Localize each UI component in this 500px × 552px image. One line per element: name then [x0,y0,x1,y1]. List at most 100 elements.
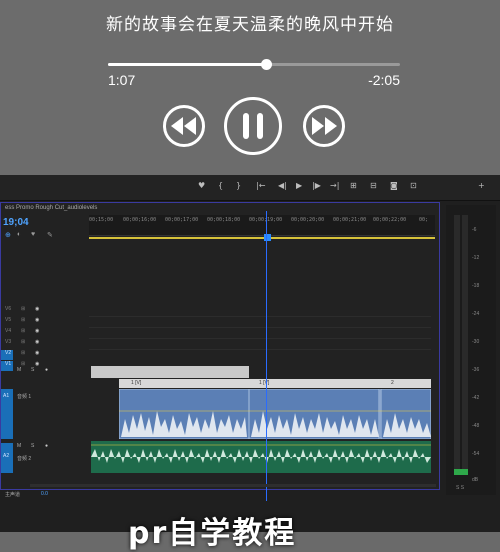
solo-button[interactable]: S [31,367,34,373]
ruler-tick: 00;00;22;00 [373,217,407,223]
video-lane[interactable] [89,328,431,339]
meter-bar-right [462,215,468,475]
toggle-sync-icon[interactable]: ⊞ [21,317,25,323]
track-label: V4 [5,328,12,334]
progress-knob[interactable] [260,59,272,70]
meter-tick: -36 [472,367,480,373]
clip-label: 2 [391,380,394,386]
linked-icon[interactable]: ◐ [17,231,21,238]
eye-icon[interactable]: ◉ [35,350,39,356]
meter-solo-labels[interactable]: S S [456,485,464,491]
track-header-v6: V6 ⊞ ◉ [1,306,89,316]
track-header-v3: V3 ⊞ ◉ [1,339,89,349]
fast-forward-button[interactable] [303,105,345,147]
video-lane[interactable] [89,317,431,328]
mute-button[interactable]: M [17,443,21,449]
meter-tick: -18 [472,283,480,289]
rewind-button[interactable] [163,105,205,147]
track-header-v2: V2 ⊞ ◉ [1,350,89,360]
microphone-icon[interactable]: ● [45,367,48,373]
mark-in-icon[interactable]: { [218,181,223,190]
meter-bar-left [454,215,460,475]
time-ruler[interactable]: 00;15;00 00;00;16;00 00;00;17;00 00;00;1… [89,215,435,236]
insert-icon[interactable]: ⊞ [350,181,357,190]
meter-level [454,469,468,475]
track-label: V6 [5,306,12,312]
meter-tick: -30 [472,339,480,345]
step-forward-icon[interactable]: |▶ [312,181,321,190]
timecode[interactable]: 19;04 [3,217,29,228]
mark-out-icon[interactable]: } [236,181,241,190]
fast-forward-icon [312,117,337,135]
pause-icon [243,113,263,139]
horizontal-scrollbar[interactable] [30,484,436,487]
waveform-a1 [119,389,431,439]
toggle-sync-icon[interactable]: ⊞ [21,350,25,356]
track-label: V5 [5,317,12,323]
pause-button[interactable] [224,97,282,155]
solo-button[interactable]: S [31,443,34,449]
go-to-in-icon[interactable]: |← [256,181,265,190]
track-label: V1 [5,361,12,367]
clip-label: 1 [V] [259,380,270,386]
program-toolbar: ♥ { } |← ◀| ▶ |▶ →| ⊞ ⊟ ◙ ⊡ + [0,175,500,201]
video-lane[interactable] [89,339,431,350]
meter-tick: dB [472,477,479,483]
eye-icon[interactable]: ◉ [35,328,39,334]
clip-label: 1 [V] [131,380,142,386]
video-lane[interactable] [89,306,431,317]
export-icon[interactable]: ⊡ [410,181,417,190]
playhead-line [266,211,267,501]
ruler-tick: 00; [419,217,429,223]
wrench-icon[interactable]: ✎ [47,231,53,239]
audio-meter: -6 -12 -18 -24 -30 -36 -42 -48 -54 dB S … [446,205,496,495]
camera-icon[interactable]: ◙ [390,181,398,190]
add-button-icon[interactable]: + [478,181,485,190]
marker-add-icon[interactable]: ♥ [31,231,35,238]
premiere-editor: ♥ { } |← ◀| ▶ |▶ →| ⊞ ⊟ ◙ ⊡ + ess Promo … [0,175,500,532]
video-caption: pr自学教程 [128,516,297,551]
video-clip-row[interactable]: 1 [V] 1 [V] 2 [119,379,431,388]
track-label: A2 [3,453,10,459]
ruler-tick: 00;15;00 [89,217,114,223]
audio-track-name: 音频 2 [17,456,32,462]
eye-icon[interactable]: ◉ [35,339,39,345]
toggle-sync-icon[interactable]: ⊞ [21,361,25,367]
snap-icon[interactable]: ⊕ [5,231,11,239]
audio-track-name: 音频 1 [17,394,32,400]
adjustment-clip[interactable] [91,366,249,378]
time-elapsed: 1:07 [108,72,136,88]
microphone-icon[interactable]: ● [45,443,48,449]
meter-tick: -6 [472,227,477,233]
meter-tick: -12 [472,255,480,261]
master-volume-value[interactable]: 0.0 [41,491,48,497]
waveform-a2 [91,444,431,463]
track-label: A1 [3,393,10,399]
meter-tick: -54 [472,451,480,457]
play-icon[interactable]: ▶ [296,181,302,190]
progress-fill [108,63,266,66]
toggle-sync-icon[interactable]: ⊞ [21,328,25,334]
rewind-icon [171,117,196,135]
meter-tick: -42 [472,395,480,401]
master-label: 主声道 [5,492,21,498]
marker-icon[interactable]: ♥ [198,181,205,190]
track-header-v4: V4 ⊞ ◉ [1,328,89,338]
toggle-sync-icon[interactable]: ⊞ [21,306,25,312]
eye-icon[interactable]: ◉ [35,317,39,323]
song-title: 新的故事会在夏天温柔的晚风中开始 [106,15,394,34]
sequence-tab[interactable]: ess Promo Rough Cut_audiolevels [5,205,97,211]
track-label: V2 [5,350,12,356]
go-to-out-icon[interactable]: →| [330,181,339,190]
mute-button[interactable]: M [17,367,21,373]
overwrite-icon[interactable]: ⊟ [370,181,377,190]
step-back-icon[interactable]: ◀| [278,181,287,190]
timeline-panel: ess Promo Rough Cut_audiolevels 19;04 ⊕ … [0,202,440,498]
ruler-tick: 00;00;16;00 [123,217,157,223]
eye-icon[interactable]: ◉ [35,306,39,312]
work-area-bar[interactable] [89,237,435,239]
meter-tick: -48 [472,423,480,429]
toggle-sync-icon[interactable]: ⊞ [21,339,25,345]
ruler-tick: 00;00;17;00 [165,217,199,223]
eye-icon[interactable]: ◉ [35,361,39,367]
